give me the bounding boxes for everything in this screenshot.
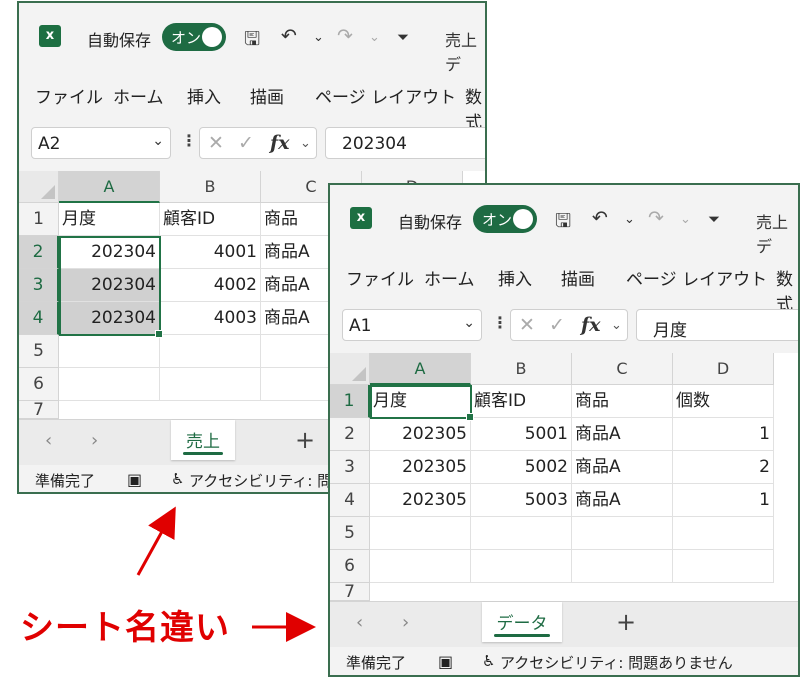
annotation-arrows bbox=[136, 506, 316, 642]
arrow-to-sheet-tab-1 bbox=[136, 506, 176, 576]
annotation-label: シート名違い bbox=[20, 608, 230, 648]
